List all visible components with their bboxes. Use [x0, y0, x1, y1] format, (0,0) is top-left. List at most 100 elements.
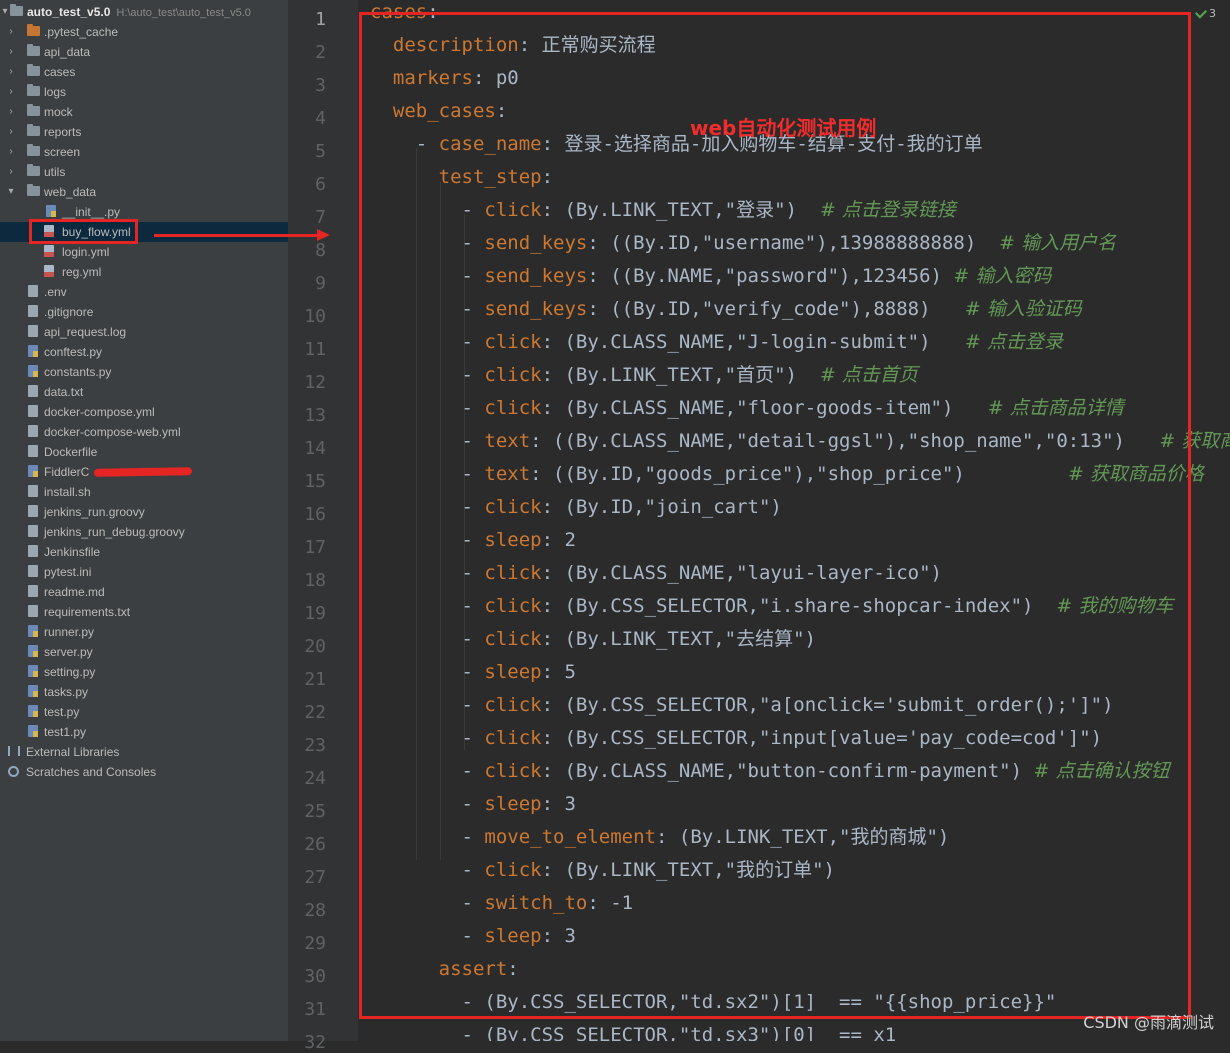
tree-item[interactable]: tasks.py: [0, 682, 288, 702]
tree-item-label: cases: [44, 65, 76, 79]
file-icon: [28, 445, 38, 457]
tree-item[interactable]: runner.py: [0, 622, 288, 642]
chevron-right-icon[interactable]: ›: [6, 122, 16, 142]
tree-item[interactable]: › utils: [0, 162, 288, 182]
line-number: 25: [304, 801, 326, 822]
tree-item-label: logs: [44, 85, 67, 99]
line-number: 13: [304, 405, 326, 426]
file-icon: [28, 485, 38, 497]
project-root[interactable]: ▾ auto_test_v5.0 H:\auto_test\auto_test_v…: [0, 2, 288, 22]
chevron-down-icon[interactable]: ▾: [6, 182, 16, 202]
tree-item[interactable]: External Libraries: [0, 742, 288, 762]
tree-item[interactable]: .gitignore: [0, 302, 288, 322]
tree-item[interactable]: constants.py: [0, 362, 288, 382]
tree-item-label: mock: [44, 105, 73, 119]
tree-item[interactable]: server.py: [0, 642, 288, 662]
python-file-icon: [28, 345, 38, 357]
tree-item-label: data.txt: [44, 385, 84, 399]
yaml-file-icon: [44, 245, 54, 257]
tree-item[interactable]: install.sh: [0, 482, 288, 502]
line-number: 12: [304, 372, 326, 393]
tree-item[interactable]: readme.md: [0, 582, 288, 602]
folder-icon: [27, 124, 40, 136]
tree-item-label: readme.md: [44, 585, 105, 599]
python-file-icon: [28, 685, 38, 697]
tree-item-label: jenkins_run.groovy: [44, 505, 145, 519]
chevron-right-icon[interactable]: ›: [6, 22, 16, 42]
folder-icon: [27, 84, 40, 96]
tree-item[interactable]: reg.yml: [0, 262, 288, 282]
tree-item[interactable]: Dockerfile: [0, 442, 288, 462]
tree-item[interactable]: test1.py: [0, 722, 288, 742]
warnings-badge[interactable]: 3: [1209, 7, 1216, 20]
tree-item[interactable]: › .pytest_cache: [0, 22, 288, 42]
tree-item[interactable]: login.yml: [0, 242, 288, 262]
line-number: 6: [315, 174, 326, 195]
tree-item-label: setting.py: [44, 665, 96, 679]
tree-item-label: constants.py: [44, 365, 112, 379]
line-number: 20: [304, 636, 326, 657]
tree-item[interactable]: jenkins_run_debug.groovy: [0, 522, 288, 542]
line-number: 9: [315, 273, 326, 294]
line-number: 30: [304, 966, 326, 987]
tree-item[interactable]: ▾ web_data: [0, 182, 288, 202]
line-number: 32: [304, 1032, 326, 1053]
tree-item-label: test1.py: [44, 725, 87, 739]
chevron-down-icon[interactable]: ▾: [0, 2, 10, 22]
highlight-box-selected-file: [29, 219, 138, 244]
library-icon: [8, 746, 20, 756]
chevron-right-icon[interactable]: ›: [6, 82, 16, 102]
chevron-right-icon[interactable]: ›: [6, 102, 16, 122]
tree-item-label: External Libraries: [26, 745, 120, 759]
file-icon: [28, 605, 38, 617]
tree-item[interactable]: › api_data: [0, 42, 288, 62]
line-number: 8: [315, 240, 326, 261]
tree-item[interactable]: data.txt: [0, 382, 288, 402]
tree-item[interactable]: requirements.txt: [0, 602, 288, 622]
line-number: 14: [304, 438, 326, 459]
code-line[interactable]: - (By.CSS_SELECTOR,"td.sx3")[0] == x1: [370, 1019, 897, 1041]
folder-icon: [27, 144, 40, 156]
line-number: 29: [304, 933, 326, 954]
python-file-icon: [28, 465, 38, 477]
file-icon: [28, 325, 38, 337]
tree-item-label: runner.py: [44, 625, 95, 639]
tree-item[interactable]: › reports: [0, 122, 288, 142]
tree-item[interactable]: conftest.py: [0, 342, 288, 362]
tree-item[interactable]: › logs: [0, 82, 288, 102]
tree-item-label: .gitignore: [44, 305, 94, 319]
chevron-right-icon[interactable]: ›: [6, 62, 16, 82]
chevron-right-icon[interactable]: ›: [6, 162, 16, 182]
tree-item[interactable]: setting.py: [0, 662, 288, 682]
chevron-right-icon[interactable]: ›: [6, 42, 16, 62]
tree-item-label: docker-compose.yml: [44, 405, 155, 419]
project-root-name: auto_test_v5.0: [27, 5, 111, 19]
project-tree: ▾ auto_test_v5.0 H:\auto_test\auto_test_v…: [0, 0, 288, 1041]
scratch-icon: [8, 766, 19, 777]
line-number: 31: [304, 999, 326, 1020]
chevron-right-icon[interactable]: ›: [6, 142, 16, 162]
tree-item[interactable]: Jenkinsfile: [0, 542, 288, 562]
tree-item[interactable]: › cases: [0, 62, 288, 82]
project-root-path: H:\auto_test\auto_test_v5.0: [116, 7, 251, 19]
tree-item[interactable]: pytest.ini: [0, 562, 288, 582]
tree-item-label: api_request.log: [44, 325, 127, 339]
tree-item[interactable]: Scratches and Consoles: [0, 762, 288, 782]
line-number: 3: [315, 75, 326, 96]
tree-item[interactable]: jenkins_run.groovy: [0, 502, 288, 522]
folder-icon: [27, 44, 40, 56]
tree-item[interactable]: › screen: [0, 142, 288, 162]
tree-item[interactable]: › mock: [0, 102, 288, 122]
tree-item-label: conftest.py: [44, 345, 103, 359]
tree-item-label: install.sh: [44, 485, 91, 499]
tree-item-label: web_data: [44, 185, 97, 199]
line-number: 2: [315, 42, 326, 63]
tree-item-label: test.py: [44, 705, 80, 719]
yaml-file-icon: [44, 265, 54, 277]
tree-item[interactable]: docker-compose-web.yml: [0, 422, 288, 442]
tree-item[interactable]: .env: [0, 282, 288, 302]
tree-item[interactable]: api_request.log: [0, 322, 288, 342]
python-file-icon: [28, 625, 38, 637]
tree-item[interactable]: docker-compose.yml: [0, 402, 288, 422]
tree-item[interactable]: test.py: [0, 702, 288, 722]
